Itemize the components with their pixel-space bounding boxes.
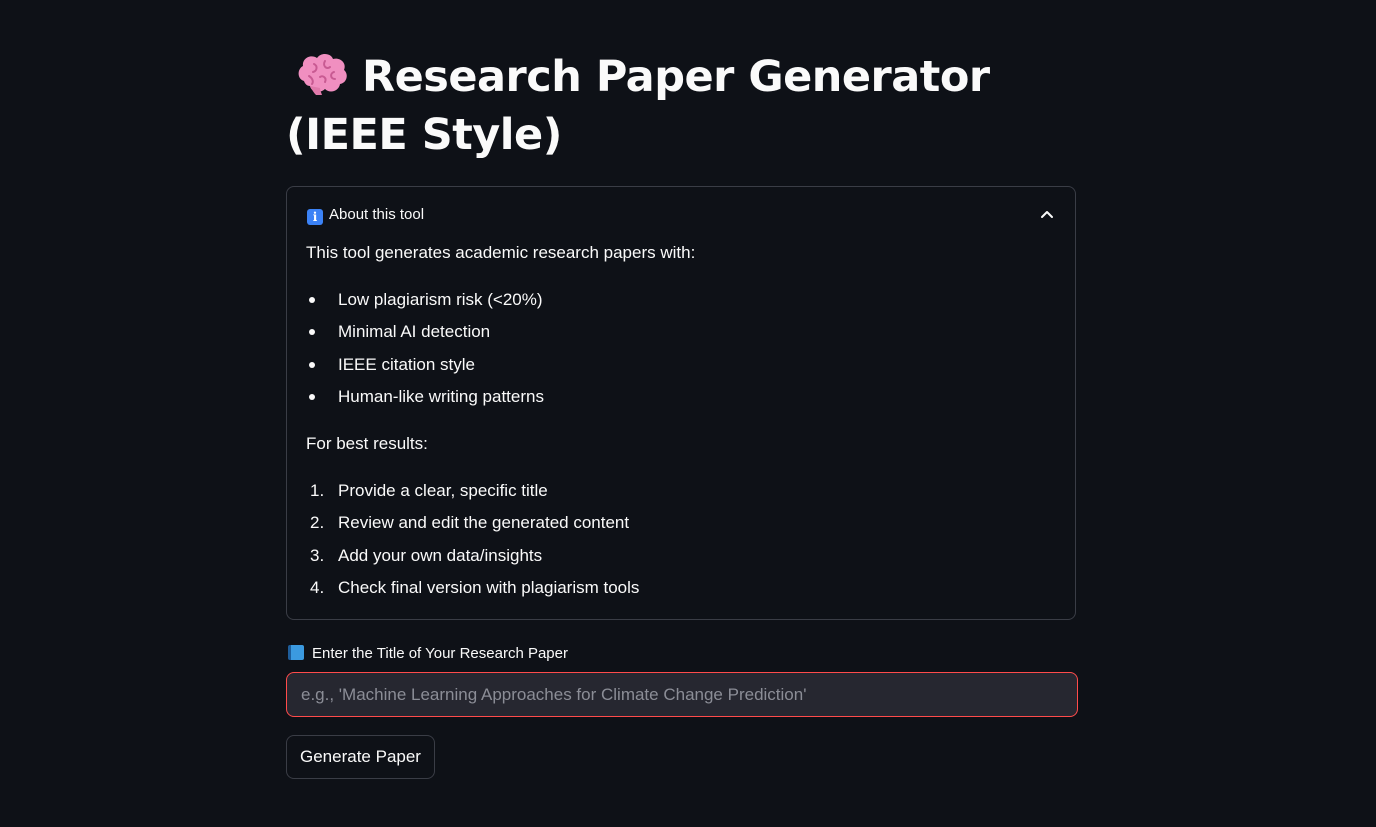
- page-title: Research Paper Generator (IEEE Style): [286, 48, 1078, 164]
- feature-item: Minimal AI detection: [306, 320, 544, 352]
- feature-list: Low plagiarism risk (<20%) Minimal AI de…: [306, 288, 544, 417]
- step-item: 3. Add your own data/insights: [310, 545, 543, 565]
- bullet-dot: [309, 361, 315, 368]
- paper-title-input[interactable]: [286, 672, 1078, 717]
- bullet-dot: [309, 297, 315, 303]
- about-expander-header[interactable]: i About this tool: [307, 205, 1057, 225]
- page-title-text: Research Paper Generator (IEEE Style): [286, 52, 990, 160]
- chevron-up-icon[interactable]: [1037, 205, 1057, 225]
- about-header-label: About this tool: [329, 206, 425, 223]
- bullet-dot: [309, 393, 315, 400]
- step-item: 1. Provide a clear, specific title: [310, 481, 548, 500]
- generate-paper-button[interactable]: Generate Paper: [286, 735, 435, 779]
- book-icon: [288, 645, 304, 660]
- step-item: 4. Check final version with plagiarism to…: [310, 577, 640, 597]
- best-results-label: For best results:: [306, 434, 428, 453]
- title-input-label: Enter the Title of Your Research Paper: [288, 644, 568, 664]
- brain-icon: [294, 51, 350, 97]
- about-expander: i About this tool This tool generates aca…: [286, 186, 1076, 620]
- feature-item: IEEE citation style: [306, 353, 544, 385]
- steps-list: 1. Provide a clear, specific title 2. Revi…: [306, 479, 639, 608]
- feature-item: Human-like writing patterns: [306, 385, 544, 417]
- feature-item: Low plagiarism risk (<20%): [306, 288, 544, 320]
- bullet-dot: [309, 329, 315, 336]
- info-icon: i: [307, 209, 323, 225]
- step-item: 2. Review and edit the generated content: [310, 513, 630, 533]
- about-intro: This tool generates academic research pa…: [306, 243, 696, 262]
